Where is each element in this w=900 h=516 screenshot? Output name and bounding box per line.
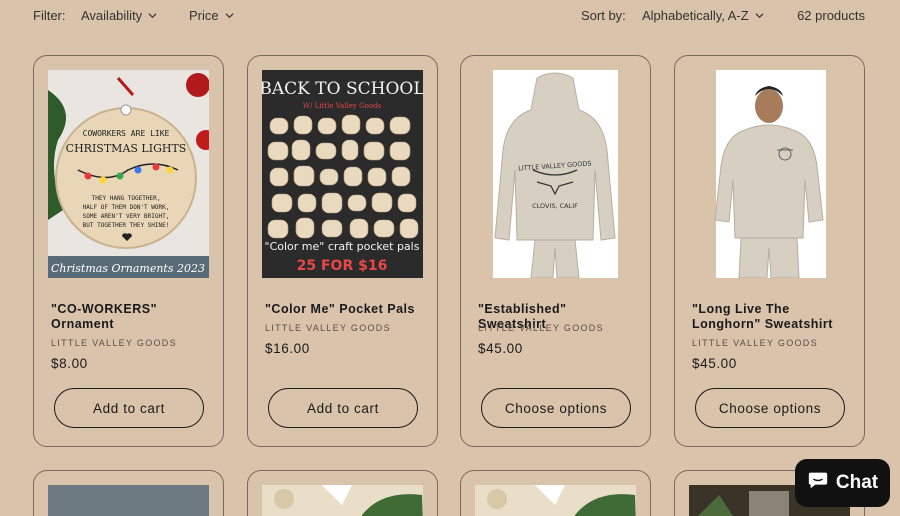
image-sub: W/ Little Valley Goods bbox=[303, 102, 382, 110]
image-line4: HALF OF THEM DON'T WORK, bbox=[83, 204, 170, 211]
product-title[interactable]: "Color Me" Pocket Pals bbox=[265, 302, 425, 317]
product-count: 62 products bbox=[797, 8, 865, 23]
choose-options-button[interactable]: Choose options bbox=[695, 388, 845, 428]
image-place: CLOVIS, CALIF bbox=[532, 202, 578, 210]
product-card[interactable] bbox=[247, 470, 438, 516]
filter-label: Filter: bbox=[33, 8, 66, 23]
filter-bar: Filter: Availability Price Sort by: Alph… bbox=[33, 6, 865, 26]
chat-button[interactable]: Chat bbox=[795, 459, 890, 507]
chat-bubble-icon bbox=[807, 469, 829, 497]
add-to-cart-button[interactable]: Add to cart bbox=[268, 388, 418, 428]
product-price: $45.00 bbox=[692, 356, 737, 371]
product-image[interactable] bbox=[475, 485, 636, 516]
image-line2: CHRISTMAS LIGHTS bbox=[66, 142, 187, 155]
chevron-down-icon bbox=[148, 11, 157, 20]
image-line1: COWORKERS ARE LIKE bbox=[83, 129, 170, 138]
image-line6: BUT TOGETHER THEY SHINE! bbox=[83, 222, 170, 229]
add-to-cart-button[interactable]: Add to cart bbox=[54, 388, 204, 428]
product-vendor: LITTLE VALLEY GOODS bbox=[265, 323, 391, 333]
availability-filter[interactable]: Availability bbox=[81, 8, 157, 23]
product-price: $16.00 bbox=[265, 341, 310, 356]
product-image[interactable]: COWORKERS ARE LIKE CHRISTMAS LIGHTS THEY… bbox=[48, 70, 209, 278]
image-line3: THEY HANG TOGETHER, bbox=[92, 195, 161, 202]
product-vendor: LITTLE VALLEY GOODS bbox=[692, 338, 818, 348]
image-line5: SOME AREN'T VERY BRIGHT, bbox=[83, 213, 170, 220]
product-price: $8.00 bbox=[51, 356, 88, 371]
product-card[interactable]: "Long Live The Longhorn" Sweatshirt LITT… bbox=[674, 55, 865, 447]
image-caption: "Color me" craft pocket pals bbox=[265, 240, 420, 253]
product-card[interactable]: LITTLE VALLEY GOODS CLOVIS, CALIF "Estab… bbox=[460, 55, 651, 447]
product-title[interactable]: "CO-WORKERS" Ornament bbox=[51, 302, 211, 332]
price-filter-label: Price bbox=[189, 8, 219, 23]
product-title[interactable]: "Long Live The Longhorn" Sweatshirt bbox=[692, 302, 852, 332]
availability-filter-label: Availability bbox=[81, 8, 143, 23]
image-deal: 25 FOR $16 bbox=[297, 258, 388, 274]
product-card[interactable]: COWORKERS ARE LIKE CHRISTMAS LIGHTS THEY… bbox=[33, 55, 224, 447]
product-image[interactable] bbox=[689, 70, 850, 278]
sort-select[interactable]: Alphabetically, A-Z bbox=[642, 8, 764, 23]
sort-label: Sort by: bbox=[581, 8, 626, 23]
chevron-down-icon bbox=[755, 11, 764, 20]
image-heading: BACK TO SCHOOL bbox=[262, 79, 423, 99]
chevron-down-icon bbox=[225, 11, 234, 20]
product-card[interactable] bbox=[33, 470, 224, 516]
chat-label: Chat bbox=[835, 472, 879, 493]
image-banner: Christmas Ornaments 2023 bbox=[51, 262, 205, 275]
product-image[interactable] bbox=[48, 485, 209, 516]
product-card[interactable]: BACK TO SCHOOL W/ Little Valley Goods "C… bbox=[247, 55, 438, 447]
product-image[interactable]: BACK TO SCHOOL W/ Little Valley Goods "C… bbox=[262, 70, 423, 278]
product-image[interactable] bbox=[262, 485, 423, 516]
product-image[interactable]: LITTLE VALLEY GOODS CLOVIS, CALIF bbox=[475, 70, 636, 278]
product-vendor: LITTLE VALLEY GOODS bbox=[51, 338, 177, 348]
product-card[interactable] bbox=[460, 470, 651, 516]
product-price: $45.00 bbox=[478, 341, 523, 356]
price-filter[interactable]: Price bbox=[189, 8, 234, 23]
choose-options-button[interactable]: Choose options bbox=[481, 388, 631, 428]
product-vendor: LITTLE VALLEY GOODS bbox=[478, 323, 604, 333]
sort-select-value: Alphabetically, A-Z bbox=[642, 8, 749, 23]
